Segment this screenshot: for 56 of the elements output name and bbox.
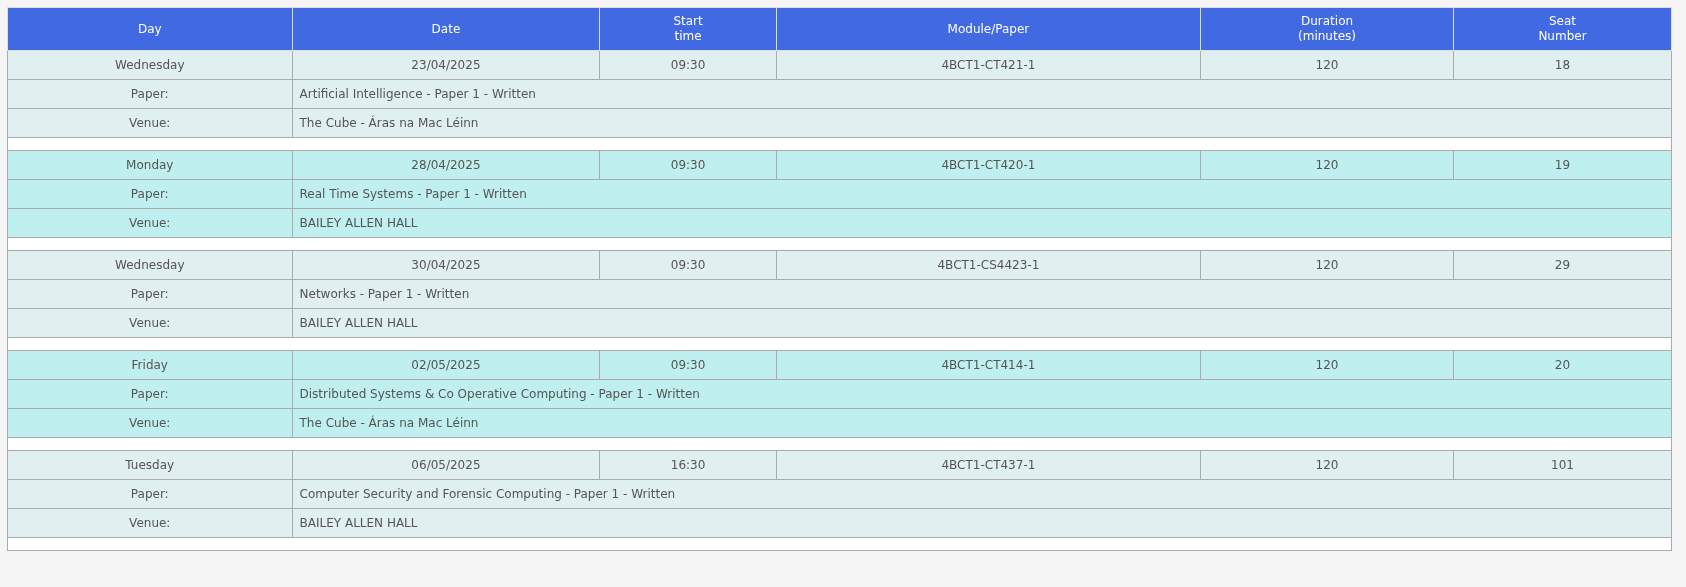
table-cell: 06/05/2025: [292, 450, 600, 480]
table-cell: Paper:: [7, 379, 293, 409]
column-header: Module/Paper: [776, 7, 1201, 51]
table-cell: Artificial Intelligence - Paper 1 - Written: [292, 79, 1672, 109]
table-cell: 4BCT1-CS4423-1: [776, 250, 1201, 280]
table-cell: BAILEY ALLEN HALL: [292, 508, 1672, 538]
table-cell: Venue:: [7, 508, 293, 538]
column-header: Start time: [599, 7, 777, 51]
table-cell: 120: [1200, 150, 1454, 180]
table-cell: 16:30: [599, 450, 777, 480]
table-cell: Venue:: [7, 408, 293, 438]
table-cell: 4BCT1-CT421-1: [776, 50, 1201, 80]
table-cell: Paper:: [7, 179, 293, 209]
table-cell: 02/05/2025: [292, 350, 600, 380]
table-cell: Paper:: [7, 79, 293, 109]
table-cell: 09:30: [599, 50, 777, 80]
table-cell: 120: [1200, 350, 1454, 380]
table-cell: 09:30: [599, 150, 777, 180]
column-header: Seat Number: [1453, 7, 1672, 51]
table-cell: 4BCT1-CT414-1: [776, 350, 1201, 380]
table-cell: The Cube - Áras na Mac Léinn: [292, 108, 1672, 138]
table-cell: Wednesday: [7, 250, 293, 280]
table-cell: 101: [1453, 450, 1672, 480]
table-cell: BAILEY ALLEN HALL: [292, 308, 1672, 338]
table-cell: 09:30: [599, 250, 777, 280]
table-cell: Venue:: [7, 208, 293, 238]
table-cell: Venue:: [7, 108, 293, 138]
table-cell: Networks - Paper 1 - Written: [292, 279, 1672, 309]
table-cell: Paper:: [7, 479, 293, 509]
table-cell: 20: [1453, 350, 1672, 380]
column-header: Date: [292, 7, 600, 51]
table-cell: Venue:: [7, 308, 293, 338]
table-cell: 120: [1200, 50, 1454, 80]
table-cell: Friday: [7, 350, 293, 380]
table-cell: 19: [1453, 150, 1672, 180]
table-cell: BAILEY ALLEN HALL: [292, 208, 1672, 238]
table-cell: The Cube - Áras na Mac Léinn: [292, 408, 1672, 438]
table-cell: Tuesday: [7, 450, 293, 480]
table-cell: 28/04/2025: [292, 150, 600, 180]
column-header: Day: [7, 7, 293, 51]
table-cell: Computer Security and Forensic Computing - Paper 1 - Written: [292, 479, 1672, 509]
column-header: Duration (minutes): [1200, 7, 1454, 51]
table-cell: Wednesday: [7, 50, 293, 80]
table-cell: 23/04/2025: [292, 50, 600, 80]
table-cell: 09:30: [599, 350, 777, 380]
table-cell: 4BCT1-CT437-1: [776, 450, 1201, 480]
table-cell: 29: [1453, 250, 1672, 280]
table-cell: Monday: [7, 150, 293, 180]
table-cell: 4BCT1-CT420-1: [776, 150, 1201, 180]
table-cell: Distributed Systems & Co Operative Computing - Paper 1 - Written: [292, 379, 1672, 409]
table-cell: 30/04/2025: [292, 250, 600, 280]
table-cell: 120: [1200, 250, 1454, 280]
table-cell: 18: [1453, 50, 1672, 80]
table-cell: Real Time Systems - Paper 1 - Written: [292, 179, 1672, 209]
table-cell: 120: [1200, 450, 1454, 480]
table-cell: Paper:: [7, 279, 293, 309]
